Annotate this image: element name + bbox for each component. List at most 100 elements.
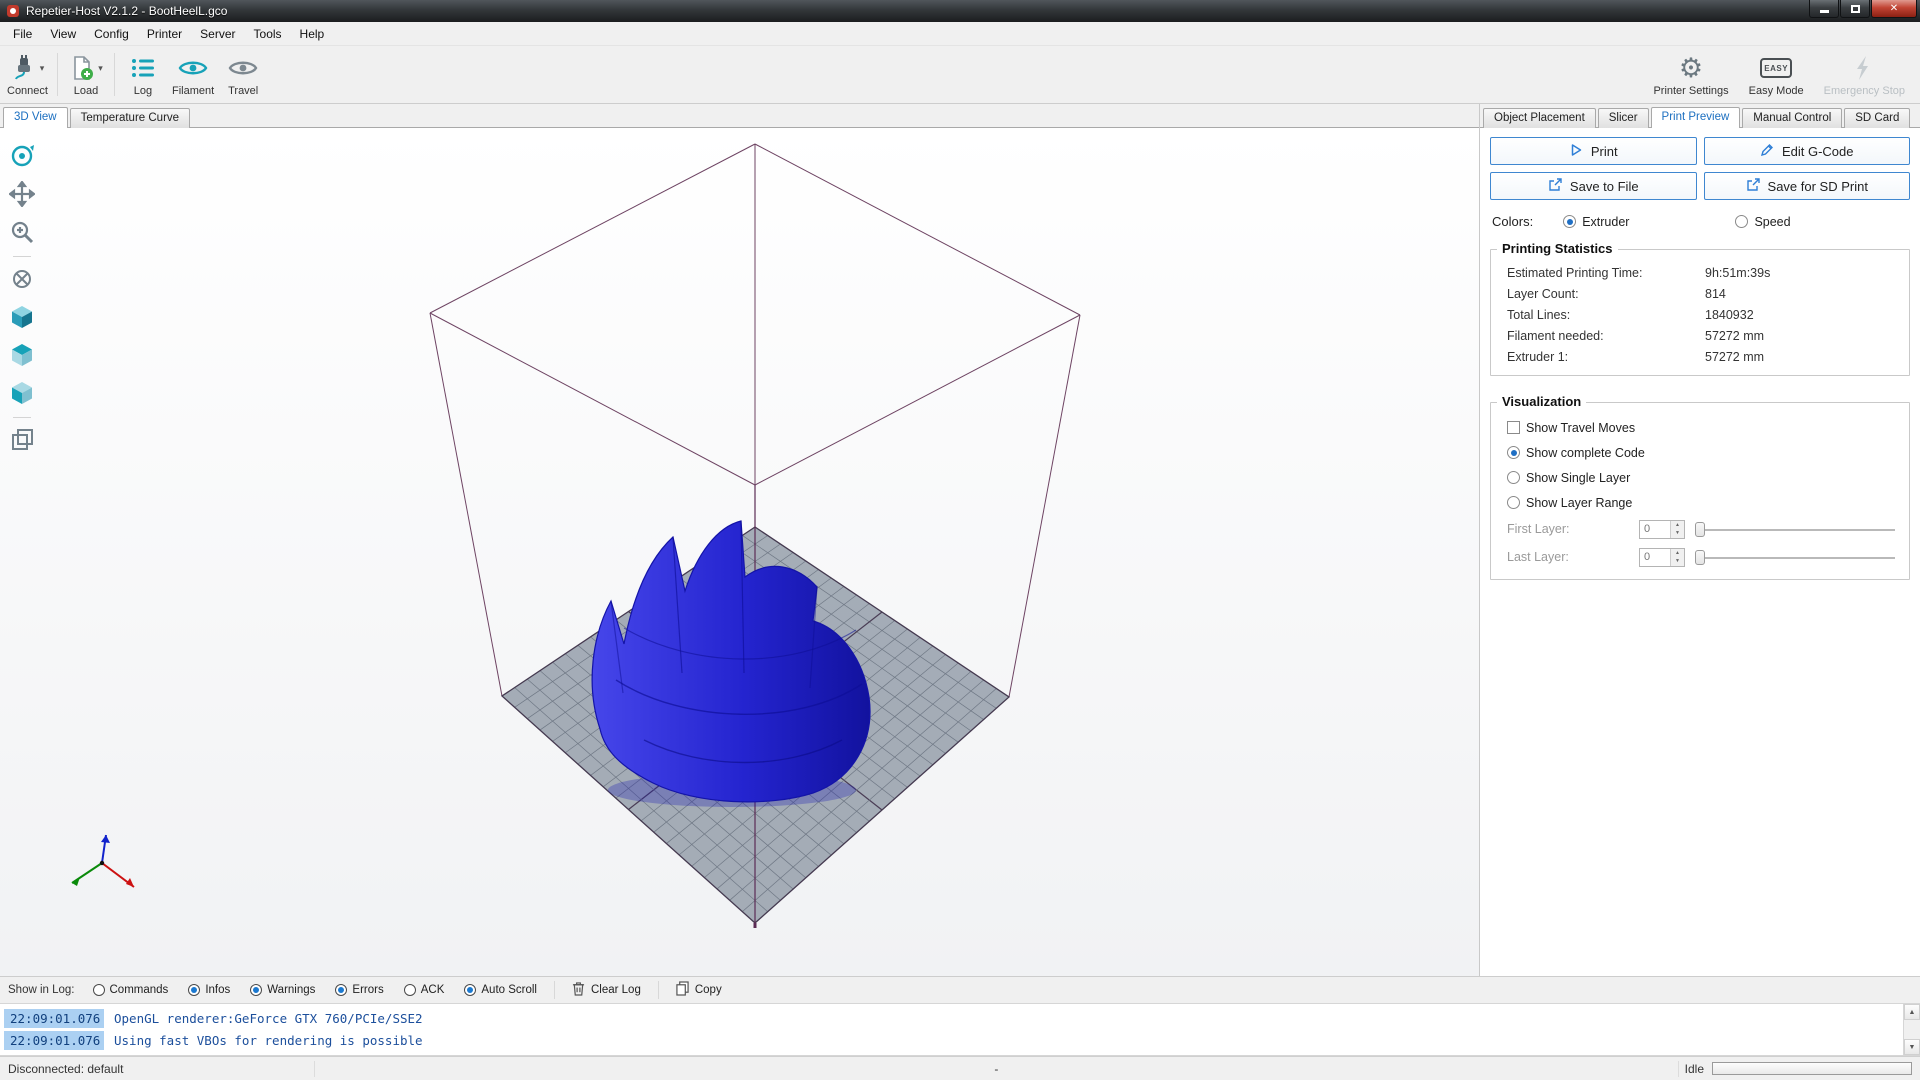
log-area: 22:09:01.076 OpenGL renderer:GeForce GTX… xyxy=(0,1004,1920,1056)
tab-manual-control[interactable]: Manual Control xyxy=(1742,108,1843,128)
commands-indicator xyxy=(92,984,105,996)
toggle-commands[interactable]: Commands xyxy=(85,981,177,999)
view-pane: 3D View Temperature Curve xyxy=(0,104,1480,976)
first-layer-spinner[interactable]: 0 ▲ ▼ xyxy=(1639,519,1685,539)
menu-config[interactable]: Config xyxy=(85,24,138,44)
first-layer-slider[interactable] xyxy=(1695,521,1895,538)
window-title: Repetier-Host V2.1.2 - BootHeelL.gco xyxy=(26,4,228,18)
tab-slicer[interactable]: Slicer xyxy=(1597,108,1649,128)
isometric-view-button[interactable] xyxy=(6,302,38,334)
zoom-view-button[interactable] xyxy=(6,217,38,249)
autoscroll-indicator xyxy=(464,984,477,996)
trash-icon xyxy=(572,981,585,999)
errors-indicator xyxy=(335,984,348,996)
front-view-button[interactable] xyxy=(6,378,38,410)
edit-gcode-button[interactable]: Edit G-Code xyxy=(1703,137,1910,165)
gear-icon: ⚙ xyxy=(1678,53,1704,83)
travel-toggle-button[interactable]: Travel xyxy=(219,48,267,101)
rotate-view-button[interactable] xyxy=(6,141,38,173)
status-bar: Disconnected: default - Idle xyxy=(0,1056,1920,1080)
zoom-icon xyxy=(9,219,35,248)
title-bar: Repetier-Host V2.1.2 - BootHeelL.gco ✕ xyxy=(0,0,1920,22)
toggle-ack[interactable]: ACK xyxy=(396,981,453,999)
scroll-up-icon[interactable]: ▲ xyxy=(1904,1004,1920,1020)
copy-log-button[interactable]: Copy xyxy=(668,978,730,1002)
parallel-projection-icon xyxy=(9,427,35,456)
log-message: OpenGL renderer:GeForce GTX 760/PCIe/SSE… xyxy=(114,1010,423,1026)
save-to-file-button[interactable]: Save to File xyxy=(1490,172,1697,200)
first-layer-label: First Layer: xyxy=(1507,522,1570,536)
connect-dropdown-arrow[interactable]: ▾ xyxy=(40,63,45,74)
printer-settings-button[interactable]: ⚙ Printer Settings xyxy=(1648,48,1733,101)
menu-printer[interactable]: Printer xyxy=(138,24,191,44)
printing-statistics-title: Printing Statistics xyxy=(1497,241,1618,256)
show-layer-range-radio[interactable]: Show Layer Range xyxy=(1499,490,1901,515)
3d-viewport[interactable] xyxy=(44,128,1480,976)
tab-sd-card[interactable]: SD Card xyxy=(1844,108,1911,128)
log-entry: 22:09:01.076 Using fast VBOs for renderi… xyxy=(4,1029,1900,1051)
save-sd-button[interactable]: Save for SD Print xyxy=(1703,172,1910,200)
fit-view-button[interactable] xyxy=(6,264,38,296)
printer-state-label: Idle xyxy=(1684,1061,1704,1076)
filament-toggle-button[interactable]: Filament xyxy=(167,48,219,101)
clear-log-button[interactable]: Clear Log xyxy=(564,978,649,1002)
easy-mode-button[interactable]: EASY Easy Mode xyxy=(1744,48,1809,101)
log-scrollbar[interactable]: ▲ ▼ xyxy=(1903,1004,1920,1055)
log-message: Using fast VBOs for rendering is possibl… xyxy=(114,1032,423,1048)
top-view-button[interactable] xyxy=(6,340,38,372)
print-preview-panel: Print Edit G-Code Save to File Save for … xyxy=(1480,128,1920,976)
log-icon xyxy=(130,55,156,81)
menu-server[interactable]: Server xyxy=(191,24,244,44)
pan-view-button[interactable] xyxy=(6,179,38,211)
extruder-color-radio[interactable]: Extruder xyxy=(1563,215,1629,229)
spinner-up-icon: ▲ xyxy=(1671,548,1684,557)
filament-eye-icon xyxy=(178,57,208,79)
log-timestamp: 22:09:01.076 xyxy=(4,1008,104,1028)
connect-button[interactable]: ▾ Connect xyxy=(2,48,53,101)
last-layer-slider[interactable] xyxy=(1695,549,1895,566)
last-layer-label: Last Layer: xyxy=(1507,550,1569,564)
warnings-indicator xyxy=(250,984,263,996)
show-travel-checkbox[interactable]: Show Travel Moves xyxy=(1499,415,1901,440)
tab-object-placement[interactable]: Object Placement xyxy=(1483,108,1596,128)
connect-icon xyxy=(11,55,37,81)
speed-color-radio[interactable]: Speed xyxy=(1735,215,1791,229)
print-button[interactable]: Print xyxy=(1490,137,1697,165)
menu-view[interactable]: View xyxy=(41,24,85,44)
toggle-infos[interactable]: Infos xyxy=(180,981,238,999)
load-button[interactable]: ▾ Load xyxy=(62,48,110,101)
menu-help[interactable]: Help xyxy=(291,24,334,44)
minimize-button[interactable] xyxy=(1809,0,1839,18)
show-in-log-label: Show in Log: xyxy=(8,984,75,996)
tab-print-preview[interactable]: Print Preview xyxy=(1650,107,1741,128)
menu-file[interactable]: File xyxy=(4,24,41,44)
close-button[interactable]: ✕ xyxy=(1871,0,1917,18)
parallel-projection-button[interactable] xyxy=(6,425,38,457)
status-center: - xyxy=(994,1061,999,1076)
log-timestamp: 22:09:01.076 xyxy=(4,1030,104,1050)
menu-tools[interactable]: Tools xyxy=(245,24,291,44)
last-layer-spinner[interactable]: 0 ▲ ▼ xyxy=(1639,547,1685,567)
visualization-title: Visualization xyxy=(1497,394,1587,409)
colors-label: Colors: xyxy=(1492,214,1534,229)
ack-indicator xyxy=(403,984,416,996)
toggle-warnings[interactable]: Warnings xyxy=(242,981,323,999)
tab-temperature-curve[interactable]: Temperature Curve xyxy=(69,108,191,128)
spinner-down-icon: ▼ xyxy=(1671,529,1684,538)
toggle-autoscroll[interactable]: Auto Scroll xyxy=(456,981,545,999)
tab-3d-view[interactable]: 3D View xyxy=(3,107,68,128)
easy-mode-icon: EASY xyxy=(1760,58,1793,78)
emergency-stop-button[interactable]: Emergency Stop xyxy=(1819,48,1910,101)
stat-row: Extruder 1: 57272 mm xyxy=(1507,349,1765,364)
show-complete-radio[interactable]: Show complete Code xyxy=(1499,440,1901,465)
rotate-icon xyxy=(9,143,35,172)
toggle-errors[interactable]: Errors xyxy=(327,981,391,999)
main-toolbar: ▾ Connect ▾ Load Log Filament Travel ⚙ P… xyxy=(0,46,1920,104)
load-dropdown-arrow[interactable]: ▾ xyxy=(98,63,103,74)
show-single-layer-radio[interactable]: Show Single Layer xyxy=(1499,465,1901,490)
move-arrows-icon xyxy=(8,179,36,210)
log-toggle-button[interactable]: Log xyxy=(119,48,167,101)
travel-eye-icon xyxy=(228,57,258,79)
scroll-down-icon[interactable]: ▼ xyxy=(1904,1039,1920,1055)
maximize-button[interactable] xyxy=(1840,0,1870,18)
